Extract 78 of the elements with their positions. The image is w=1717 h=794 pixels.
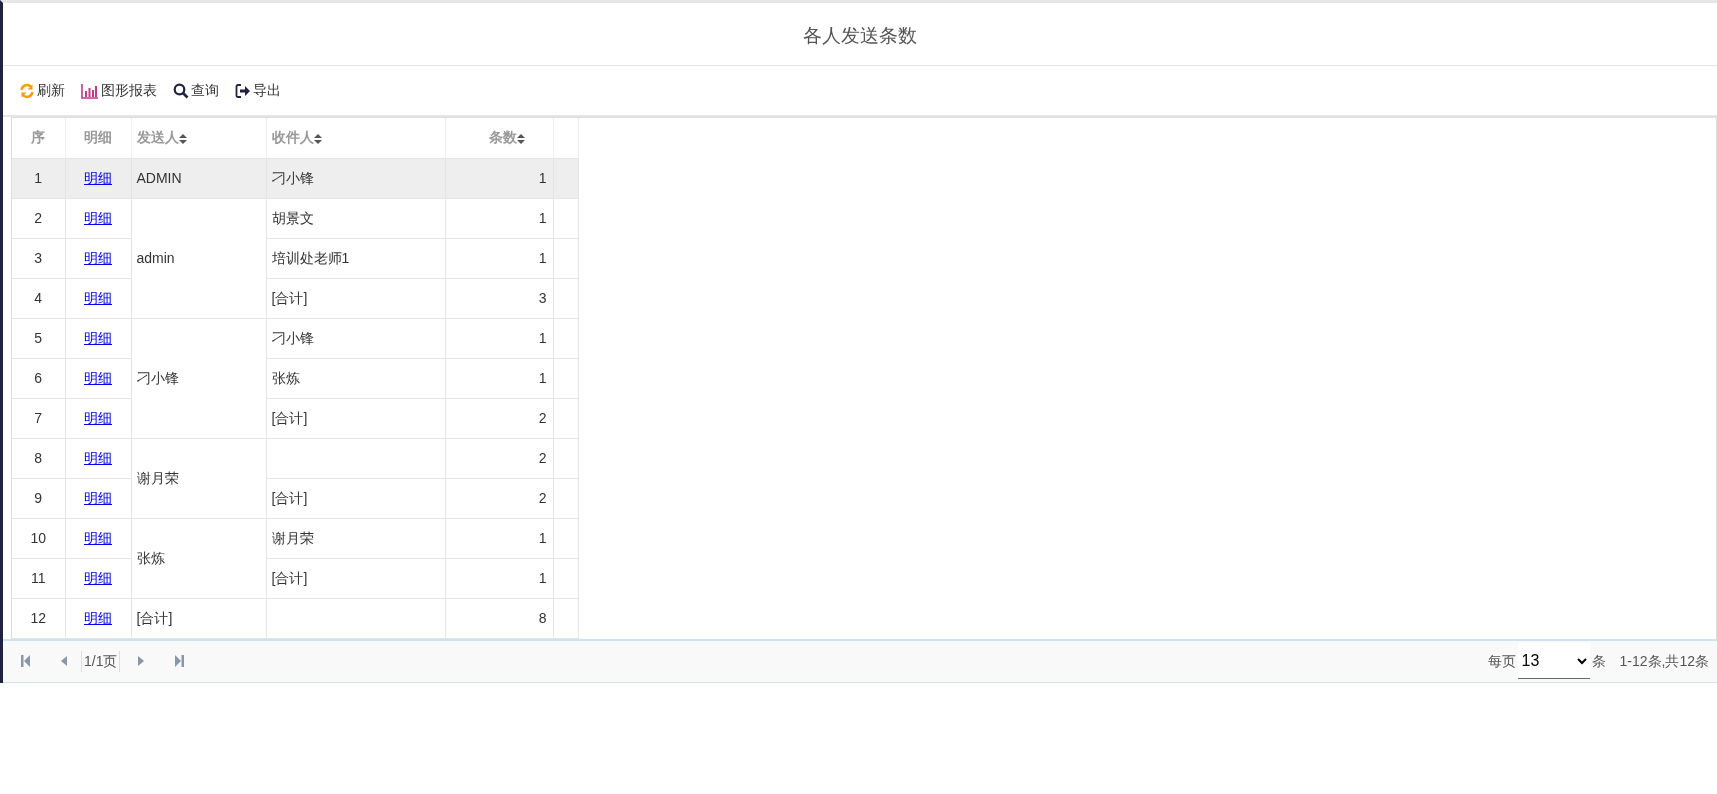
chart-button[interactable]: 图形报表 [81,80,157,101]
count-cell: 1 [538,249,547,266]
column-header: 收件人 [271,129,314,146]
first-page-icon [21,655,31,667]
sort-icon [313,132,322,145]
page-title: 各人发送条数 [803,23,917,48]
refresh-button[interactable]: 刷新 [19,80,65,101]
refresh-icon [19,82,35,99]
detail-link[interactable]: 明细 [84,369,112,386]
next-icon [138,656,145,666]
count-cell: 8 [538,609,547,626]
detail-link[interactable]: 明细 [84,209,112,226]
row-number[interactable]: 1 [12,158,65,198]
row-number[interactable]: 11 [12,558,65,598]
sender-cell: 刁小锋 [136,369,179,386]
receiver-cell: 张炼 [271,369,300,386]
count-cell: 1 [538,209,547,226]
column-header: 序 [31,129,46,146]
detail-link[interactable]: 明细 [84,449,112,466]
receiver-cell: 刁小锋 [271,329,314,346]
column-header: 发送人 [136,129,179,146]
row-number[interactable]: 2 [12,198,65,238]
previous-icon [61,656,67,666]
receiver-cell: [合计] [271,569,308,586]
detail-link[interactable]: 明细 [84,609,112,626]
row-number[interactable]: 8 [12,438,65,478]
count-cell: 3 [538,289,547,306]
last-page-icon [174,655,185,667]
row-number[interactable]: 9 [12,478,65,518]
receiver-cell: [合计] [271,289,308,306]
search-button[interactable]: 查询 [173,80,219,101]
row-number[interactable]: 4 [12,278,65,318]
sender-cell: admin [136,249,175,266]
sort-icon [516,132,525,145]
row-number[interactable]: 7 [12,398,65,438]
per-page-unit: 条 [1591,651,1606,671]
receiver-cell: 谢月荣 [271,529,314,546]
sender-cell: 张炼 [136,549,165,566]
export-button[interactable]: 导出 [235,80,281,101]
count-cell: 2 [538,409,547,426]
column-header: 明细 [84,129,112,146]
count-cell: 1 [538,329,547,346]
receiver-cell: [合计] [271,409,308,426]
row-number[interactable]: 3 [12,238,65,278]
detail-link[interactable]: 明细 [84,409,112,426]
search-icon [173,82,189,99]
bar-chart-icon [81,82,99,99]
detail-link[interactable]: 明细 [84,489,112,506]
count-cell: 2 [538,449,547,466]
row-number[interactable]: 5 [12,318,65,358]
count-cell: 1 [538,169,547,186]
detail-link[interactable]: 明细 [84,529,112,546]
per-page-label: 每页 [1487,651,1516,671]
receiver-cell: 刁小锋 [271,169,314,186]
detail-link[interactable]: 明细 [84,169,112,186]
detail-link[interactable]: 明细 [84,289,112,306]
count-cell: 1 [538,569,547,586]
sender-cell: ADMIN [136,169,182,186]
detail-link[interactable]: 明细 [84,569,112,586]
receiver-cell: [合计] [271,489,308,506]
sender-cell: [合计] [136,609,173,626]
count-cell: 1 [538,369,547,386]
detail-link[interactable]: 明细 [84,329,112,346]
receiver-cell: 培训处老师1 [271,249,350,266]
count-cell: 2 [538,489,547,506]
page-indicator: 1/1页 [81,650,121,672]
count-cell: 1 [538,529,547,546]
per-page-select[interactable]: 13 [1517,643,1590,679]
receiver-cell: 胡景文 [271,209,314,226]
record-summary: 1-12条,共12条 [1619,651,1709,671]
sender-cell: 谢月荣 [136,469,179,486]
row-number[interactable]: 10 [12,518,65,558]
sort-icon [178,132,187,145]
export-icon [235,82,251,99]
row-number[interactable]: 6 [12,358,65,398]
row-number[interactable]: 12 [12,598,65,638]
detail-link[interactable]: 明细 [84,249,112,266]
column-header: 条数 [488,129,517,146]
